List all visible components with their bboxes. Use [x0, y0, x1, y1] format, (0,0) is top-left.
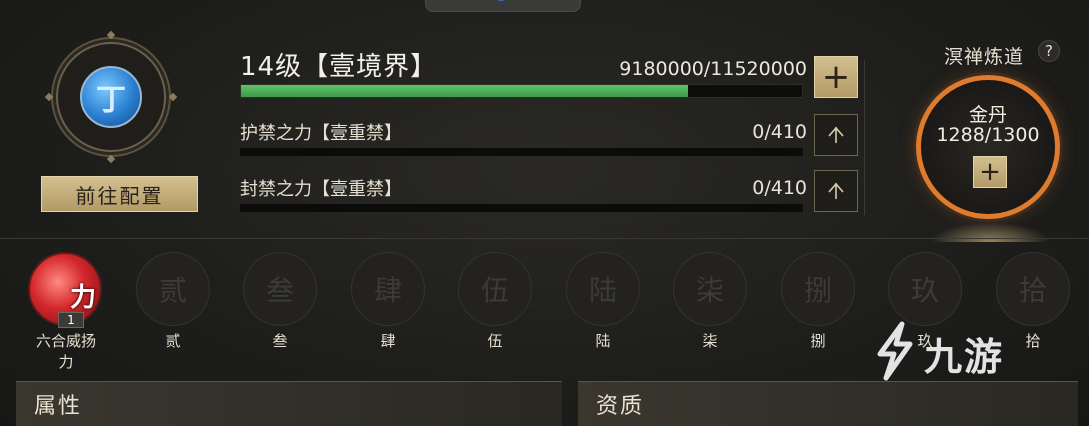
skill-level-badge: 1 [58, 312, 84, 328]
skill-slot-7[interactable]: 柒 [673, 252, 747, 326]
protect-power-label: 护禁之力【壹重禁】 [240, 123, 402, 144]
arrow-up-icon [828, 182, 844, 199]
skill-slot-3[interactable]: 叁 [243, 252, 317, 326]
seal-power-value: 0/410 [752, 177, 807, 199]
goto-config-button[interactable]: 前往配置 [41, 176, 198, 212]
dial-plus-button[interactable]: + [973, 156, 1007, 188]
upgrade-protect-button[interactable] [814, 114, 858, 156]
skill-label-6: 陆 [595, 332, 611, 350]
exp-progress-fill [241, 85, 689, 97]
skill-label-2: 贰 [165, 332, 181, 350]
realm-emblem: 丁 [44, 30, 178, 164]
help-icon[interactable]: ? [1038, 40, 1060, 62]
skill-slot-1[interactable]: 力 1 [28, 252, 102, 328]
dial-name: 金丹 [968, 104, 1007, 126]
skill-slot-8[interactable]: 捌 [781, 252, 855, 326]
exp-value: 9180000/11520000 [619, 58, 807, 80]
skill-power-icon: 力 [69, 283, 96, 313]
emblem-glyph: 丁 [96, 83, 126, 118]
skill-slot-5[interactable]: 伍 [458, 252, 532, 326]
top-tab-handle[interactable] [425, 0, 581, 12]
skill-label-4: 肆 [380, 332, 396, 350]
cultivation-screen: 丁 前往配置 14级【壹境界】 9180000/11520000 + 护禁之力【… [0, 0, 1089, 426]
skill-slot-4[interactable]: 肆 [351, 252, 425, 326]
watermark: 九游 [868, 314, 1058, 384]
emblem-spike [44, 92, 54, 102]
level-title: 14级【壹境界】 [240, 52, 438, 82]
skill-label-8: 捌 [810, 332, 826, 350]
dial-title: 溟禅炼道 [944, 46, 1025, 68]
skill-label-1: 六合威扬 力 [26, 331, 106, 373]
arrow-up-icon [828, 126, 844, 143]
skill-slot-6[interactable]: 陆 [566, 252, 640, 326]
skill-label-5: 伍 [487, 332, 503, 350]
skill-label-line: 六合威扬 [35, 332, 96, 350]
exp-progress-bar [240, 84, 803, 98]
watermark-logo-icon [877, 321, 913, 381]
protect-power-bar [240, 148, 803, 156]
seal-power-label: 封禁之力【壹重禁】 [240, 179, 402, 200]
skill-label-line: 力 [58, 353, 74, 371]
emblem-spike [168, 92, 178, 102]
dial-glow [930, 222, 1050, 242]
attributes-panel-title: 属性 [34, 394, 83, 419]
skill-label-7: 柒 [702, 332, 718, 350]
upgrade-seal-button[interactable] [814, 170, 858, 212]
emblem-spike [106, 154, 116, 164]
attributes-panel[interactable]: 属性 [16, 381, 562, 426]
vertical-divider [864, 60, 865, 215]
aptitude-panel-title: 资质 [596, 394, 645, 419]
tab-indicator [498, 0, 504, 1]
dial-value: 1288/1300 [936, 124, 1040, 146]
golden-core-dial: 金丹 1288/1300 + [916, 75, 1060, 219]
emblem-spike [106, 30, 116, 40]
aptitude-panel[interactable]: 资质 [578, 381, 1078, 426]
seal-power-bar [240, 204, 803, 212]
sword-emblem-icon: 丁 [80, 66, 142, 128]
watermark-text: 九游 [924, 335, 1005, 379]
plus-icon: + [821, 57, 851, 97]
add-exp-button[interactable]: + [814, 56, 858, 98]
section-divider [0, 238, 1089, 239]
skill-label-3: 叁 [272, 332, 288, 350]
skill-slot-2[interactable]: 贰 [136, 252, 210, 326]
protect-power-value: 0/410 [752, 121, 807, 143]
